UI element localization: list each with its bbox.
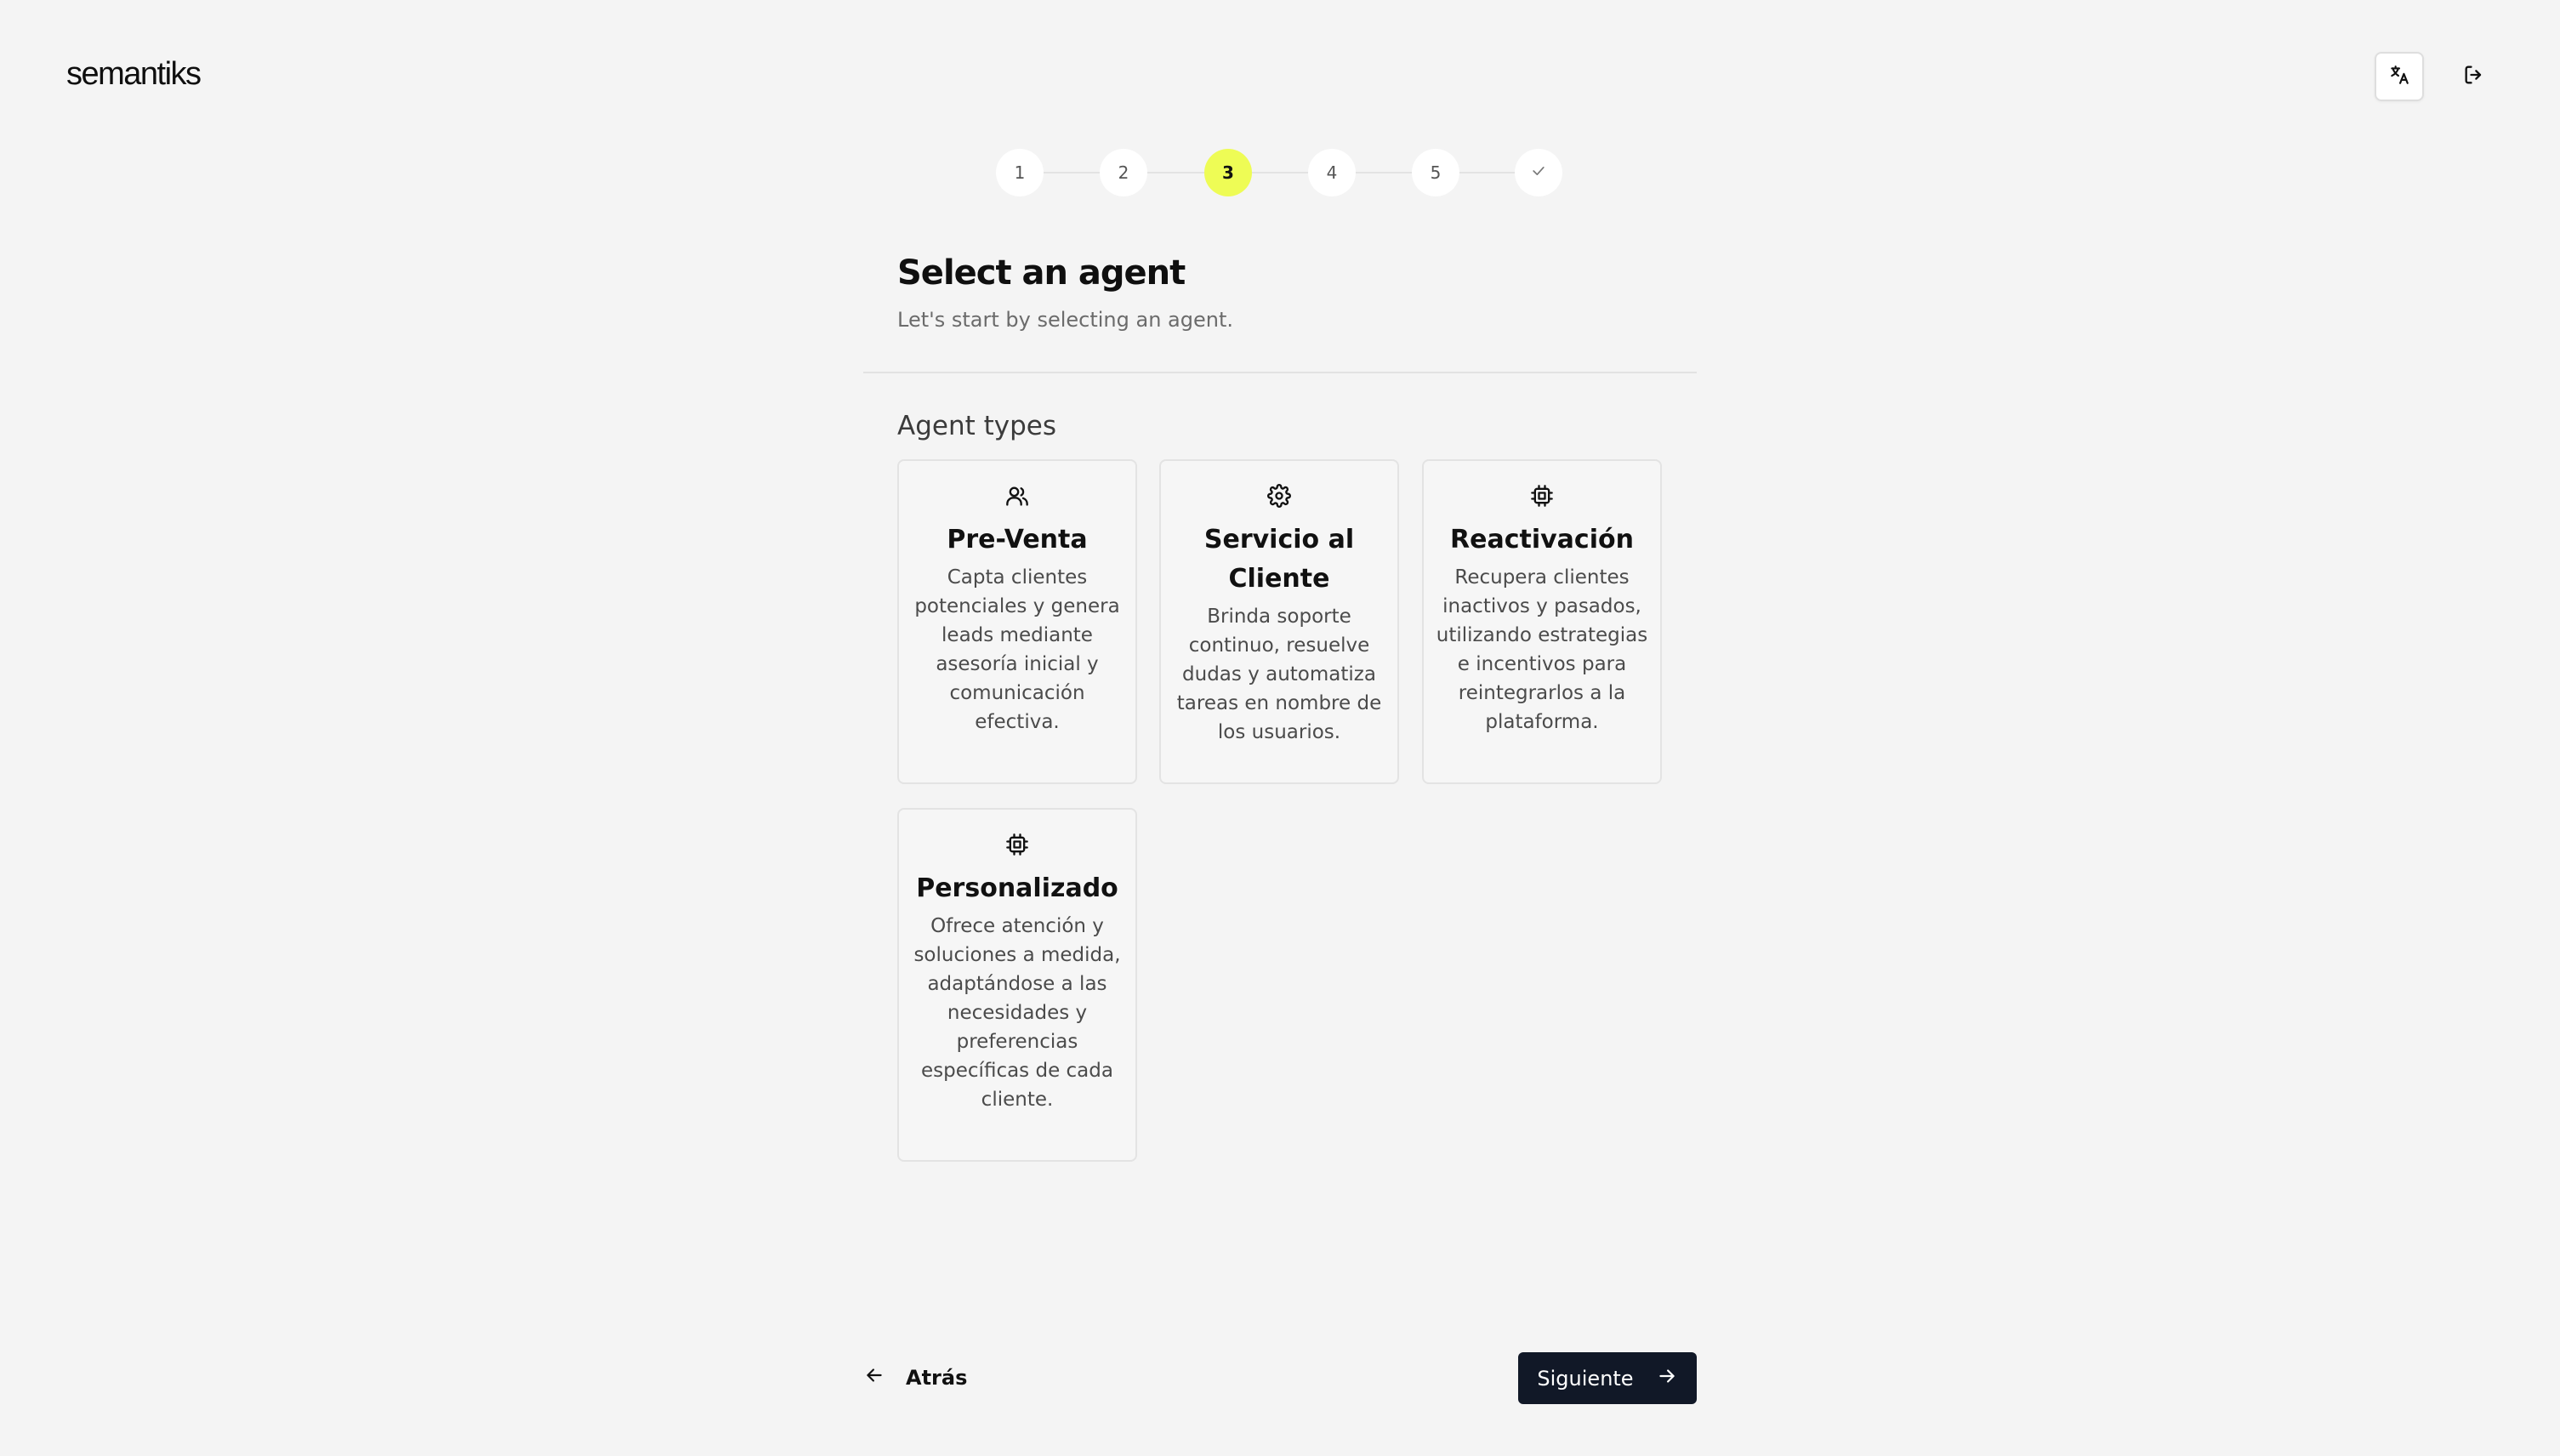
agent-card-reactivacion[interactable]: Reactivación Recupera clientes inactivos…	[1422, 459, 1662, 784]
step-4[interactable]: 4	[1308, 149, 1356, 196]
card-title: Servicio al Cliente	[1203, 525, 1355, 594]
gear-icon	[1173, 481, 1385, 510]
next-label: Siguiente	[1537, 1366, 1634, 1391]
divider	[863, 372, 1697, 373]
back-button[interactable]: Atrás	[863, 1352, 967, 1403]
card-description: Capta clientes potenciales y genera lead…	[914, 566, 1120, 733]
progress-stepper: 1 2 3 4 5	[996, 149, 1562, 196]
card-description: Brinda soporte continuo, resuelve dudas …	[1176, 606, 1382, 743]
step-1[interactable]: 1	[996, 149, 1044, 196]
card-description: Recupera clientes inactivos y pasados, u…	[1436, 566, 1648, 733]
arrow-right-icon	[1656, 1365, 1678, 1392]
page-title: Select an agent	[897, 253, 1186, 293]
app-logo: semantiks	[66, 56, 202, 92]
stepper-line	[1020, 172, 1539, 173]
page-subtitle: Let's start by selecting an agent.	[897, 308, 1234, 332]
arrow-left-icon	[863, 1364, 885, 1391]
step-2[interactable]: 2	[1100, 149, 1147, 196]
step-3-active[interactable]: 3	[1204, 149, 1252, 196]
translate-icon	[2388, 64, 2410, 89]
next-button[interactable]: Siguiente	[1518, 1352, 1697, 1404]
card-title: Pre-Venta	[947, 525, 1088, 555]
back-label: Atrás	[906, 1366, 968, 1390]
step-complete[interactable]	[1515, 149, 1562, 196]
agent-card-pre-venta[interactable]: Pre-Venta Capta clientes potenciales y g…	[897, 459, 1137, 784]
language-button[interactable]	[2375, 52, 2424, 101]
agent-card-servicio-al-cliente[interactable]: Servicio al Cliente Brinda soporte conti…	[1159, 459, 1399, 784]
users-icon	[911, 481, 1124, 510]
step-5[interactable]: 5	[1412, 149, 1459, 196]
cpu-icon	[911, 830, 1124, 859]
logout-icon	[2462, 63, 2486, 90]
agent-card-personalizado[interactable]: Personalizado Ofrece atención y solucion…	[897, 808, 1137, 1162]
cpu-icon	[1436, 481, 1648, 510]
logout-button[interactable]	[2449, 52, 2499, 101]
card-description: Ofrece atención y soluciones a medida, a…	[913, 915, 1121, 1111]
section-heading: Agent types	[897, 411, 1057, 441]
card-title: Reactivación	[1450, 525, 1634, 555]
check-icon	[1530, 162, 1547, 184]
card-title: Personalizado	[916, 873, 1118, 903]
